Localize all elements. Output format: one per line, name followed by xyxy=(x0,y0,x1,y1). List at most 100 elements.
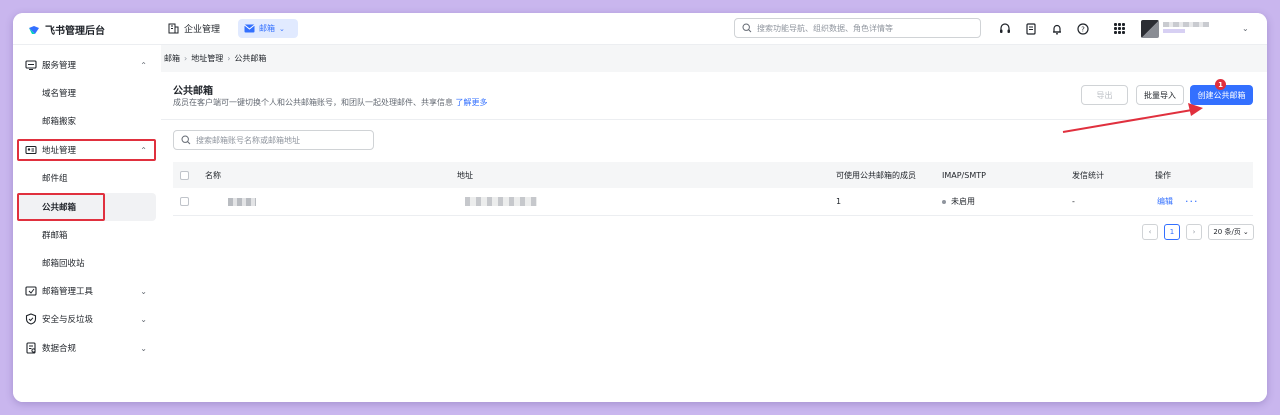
sidebar-item-label: 邮箱搬家 xyxy=(42,117,77,127)
sidebar-item-security[interactable]: 安全与反垃圾 ⌄ xyxy=(13,305,161,333)
feishu-logo-icon xyxy=(29,25,39,34)
sidebar-item-label: 域名管理 xyxy=(42,89,77,99)
main-content: 邮箱 › 地址管理 › 公共邮箱 公共邮箱 成员在客户端可一键切换个人和公共邮箱… xyxy=(161,45,1267,402)
top-bar: 飞书管理后台 企业管理 邮箱 ⌄ 搜索功能导航、组织数据、角色详情等 ? ⌄ xyxy=(13,13,1267,45)
global-search-placeholder: 搜索功能导航、组织数据、角色详情等 xyxy=(757,23,893,33)
chevron-up-icon: ⌃ xyxy=(140,60,147,70)
sidebar-item-tools[interactable]: 邮箱管理工具 ⌄ xyxy=(13,277,161,305)
export-button[interactable]: 导出 xyxy=(1081,85,1128,105)
brand-name: 飞书管理后台 xyxy=(45,26,105,37)
user-info[interactable] xyxy=(1163,22,1215,35)
document-icon[interactable] xyxy=(1024,22,1038,36)
column-header-members: 可使用公共邮箱的成员 xyxy=(836,170,916,180)
building-icon xyxy=(168,23,179,34)
chevron-down-icon: ⌄ xyxy=(1242,228,1249,236)
row-checkbox[interactable] xyxy=(180,188,189,215)
public-mailbox-panel: 公共邮箱 成员在客户端可一键切换个人和公共邮箱账号，和团队一起处理邮件、共享信息… xyxy=(161,72,1267,402)
app-window: 飞书管理后台 企业管理 邮箱 ⌄ 搜索功能导航、组织数据、角色详情等 ? ⌄ 服… xyxy=(13,13,1267,402)
brand-logo[interactable]: 飞书管理后台 xyxy=(28,22,105,37)
status-dot xyxy=(942,199,946,204)
column-header-imap: IMAP/SMTP xyxy=(942,170,986,180)
sidebar-item-service[interactable]: 服务管理 ⌃ xyxy=(13,51,161,79)
mail-icon xyxy=(244,24,255,33)
breadcrumb-item[interactable]: 邮箱 xyxy=(164,53,180,64)
global-search-input[interactable]: 搜索功能导航、组织数据、角色详情等 xyxy=(734,18,981,38)
sidebar-item-migration[interactable]: 邮箱搬家 xyxy=(13,107,161,135)
enterprise-management-link[interactable]: 企业管理 xyxy=(168,22,220,35)
sidebar-item-label: 安全与反垃圾 xyxy=(42,315,94,325)
page-number-button[interactable]: 1 xyxy=(1164,224,1180,240)
chevron-down-icon[interactable]: ⌄ xyxy=(1242,24,1249,33)
send-stats: - xyxy=(1072,197,1075,206)
table-header: 名称 地址 可使用公共邮箱的成员 IMAP/SMTP 发信统计 操作 xyxy=(173,162,1253,188)
description-text: 成员在客户端可一键切换个人和公共邮箱账号，和团队一起处理邮件、共享信息 xyxy=(173,98,453,107)
mail-tab-label: 邮箱 xyxy=(259,24,275,33)
column-header-name: 名称 xyxy=(205,170,221,180)
chevron-down-icon: ⌄ xyxy=(279,24,285,33)
mailbox-name-redacted xyxy=(228,188,256,215)
annotation-highlight-box xyxy=(17,193,105,221)
learn-more-link[interactable]: 了解更多 xyxy=(456,98,488,107)
search-icon xyxy=(742,23,752,33)
mail-tab[interactable]: 邮箱 ⌄ xyxy=(238,19,298,38)
sidebar-item-label: 邮箱管理工具 xyxy=(42,287,94,297)
sidebar-item-label: 群邮箱 xyxy=(42,231,68,241)
select-all-checkbox[interactable] xyxy=(180,162,189,188)
next-page-button[interactable]: › xyxy=(1186,224,1202,240)
enterprise-label: 企业管理 xyxy=(184,25,221,35)
step-badge: 1 xyxy=(1215,79,1226,90)
server-icon xyxy=(25,60,37,70)
sidebar-item-recycle-bin[interactable]: 邮箱回收站 xyxy=(13,249,161,277)
chevron-down-icon: ⌄ xyxy=(140,343,147,353)
chevron-down-icon: ⌄ xyxy=(140,286,147,296)
more-actions-icon[interactable]: ··· xyxy=(1185,195,1199,208)
svg-text:?: ? xyxy=(1081,26,1085,34)
prev-page-button[interactable]: ‹ xyxy=(1142,224,1158,240)
tools-icon xyxy=(25,286,37,296)
imap-status: 未启用 xyxy=(942,188,975,215)
mailbox-table: 名称 地址 可使用公共邮箱的成员 IMAP/SMTP 发信统计 操作 1 未启用… xyxy=(173,162,1253,216)
chevron-right-icon: › xyxy=(227,54,231,63)
sidebar-item-group-mailbox[interactable]: 群邮箱 xyxy=(13,221,161,249)
chevron-right-icon: › xyxy=(184,54,188,63)
batch-import-button[interactable]: 批量导入 xyxy=(1136,85,1184,105)
doc-check-icon xyxy=(26,342,36,354)
avatar[interactable] xyxy=(1141,20,1159,38)
row-actions: 编辑 ··· xyxy=(1157,188,1199,215)
divider xyxy=(161,119,1267,120)
headset-icon[interactable] xyxy=(998,22,1012,36)
sidebar-item-label: 邮件组 xyxy=(42,174,68,184)
sidebar-item-label: 数据合规 xyxy=(42,344,77,354)
sidebar: 服务管理 ⌃ 域名管理 邮箱搬家 地址管理 ⌃ 邮件组 公共邮箱 群邮箱 邮箱回… xyxy=(13,45,161,402)
page-title: 公共邮箱 xyxy=(173,86,213,97)
column-header-actions: 操作 xyxy=(1155,170,1171,180)
column-header-stats: 发信统计 xyxy=(1072,170,1104,180)
top-icon-group: ? xyxy=(998,22,1090,36)
sidebar-item-label: 邮箱回收站 xyxy=(42,259,85,269)
imap-status-label: 未启用 xyxy=(951,197,975,206)
edit-link[interactable]: 编辑 xyxy=(1157,196,1173,207)
page-size-select[interactable]: 20 条/页 ⌄ xyxy=(1208,224,1254,240)
table-row[interactable]: 1 未启用 - 编辑 ··· xyxy=(173,188,1253,216)
breadcrumb-item: 公共邮箱 xyxy=(234,54,267,63)
mailbox-search-input[interactable]: 搜索邮箱账号名称或邮箱地址 xyxy=(173,130,374,150)
column-header-address: 地址 xyxy=(457,170,473,180)
page-size-label: 20 条/页 xyxy=(1213,228,1241,236)
chevron-down-icon: ⌄ xyxy=(140,314,147,324)
bell-icon[interactable] xyxy=(1050,22,1064,36)
sidebar-item-mail-group[interactable]: 邮件组 xyxy=(13,164,161,192)
mailbox-search-placeholder: 搜索邮箱账号名称或邮箱地址 xyxy=(196,135,300,145)
page-description: 成员在客户端可一键切换个人和公共邮箱账号，和团队一起处理邮件、共享信息 了解更多 xyxy=(173,97,488,108)
members-count: 1 xyxy=(836,197,842,206)
annotation-highlight-box xyxy=(17,139,156,161)
breadcrumb-item[interactable]: 地址管理 xyxy=(191,53,223,64)
app-grid-icon[interactable] xyxy=(1114,23,1125,34)
pagination: ‹ 1 › 20 条/页 ⌄ xyxy=(1142,224,1254,240)
sidebar-item-domain[interactable]: 域名管理 xyxy=(13,79,161,107)
help-icon[interactable]: ? xyxy=(1076,22,1090,36)
sidebar-item-compliance[interactable]: 数据合规 ⌄ xyxy=(13,334,161,362)
mailbox-address-redacted xyxy=(465,188,537,215)
search-icon xyxy=(181,135,191,145)
shield-icon xyxy=(25,313,37,325)
sidebar-item-label: 服务管理 xyxy=(42,61,77,71)
